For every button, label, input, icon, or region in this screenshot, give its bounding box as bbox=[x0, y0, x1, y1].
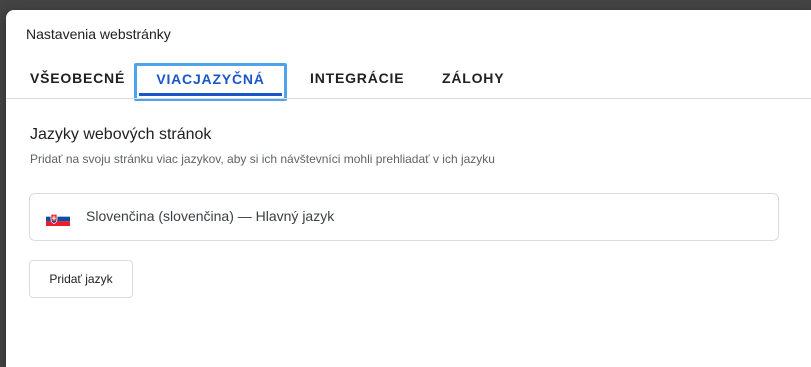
website-settings-dialog: Nastavenia webstránky VŠEOBECNÉ VIACJAZY… bbox=[6, 10, 811, 367]
tab-backups[interactable]: ZÁLOHY bbox=[442, 68, 504, 98]
section-title: Jazyky webových stránok bbox=[30, 126, 212, 143]
tab-multilingual[interactable]: VIACJAZYČNÁ bbox=[134, 63, 287, 101]
language-label: Slovenčina (slovenčina) — Hlavný jazyk bbox=[86, 208, 335, 224]
slovakia-flag-icon bbox=[46, 212, 70, 226]
language-item[interactable]: Slovenčina (slovenčina) — Hlavný jazyk bbox=[29, 193, 779, 241]
add-language-button[interactable]: Pridať jazyk bbox=[29, 260, 133, 298]
tabs-divider bbox=[6, 98, 811, 99]
dialog-title: Nastavenia webstránky bbox=[26, 26, 171, 42]
tab-general[interactable]: VŠEOBECNÉ bbox=[30, 68, 125, 98]
section-description: Pridať na svoju stránku viac jazykov, ab… bbox=[30, 152, 495, 166]
settings-tabs: VŠEOBECNÉ VIACJAZYČNÁ INTEGRÁCIE ZÁLOHY bbox=[6, 63, 811, 101]
tab-integrations[interactable]: INTEGRÁCIE bbox=[310, 68, 404, 98]
tab-multilingual-label: VIACJAZYČNÁ bbox=[156, 71, 265, 87]
active-tab-indicator bbox=[139, 93, 282, 96]
